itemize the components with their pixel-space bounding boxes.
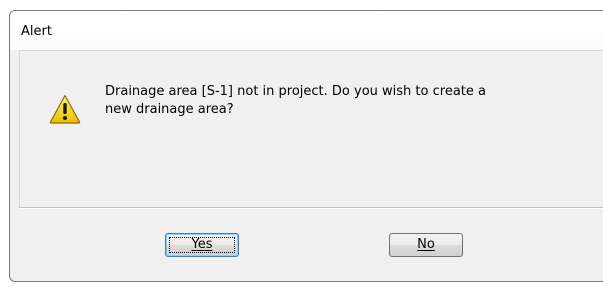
message-line-1: Drainage area [S-1] not in project. Do y…	[105, 84, 486, 99]
focus-rect	[169, 237, 235, 253]
title-bar[interactable]: Alert	[10, 11, 603, 50]
yes-button[interactable]: Yes	[165, 233, 239, 257]
alert-message: Drainage area [S-1] not in project. Do y…	[105, 83, 575, 119]
dialog-title: Alert	[21, 24, 52, 39]
dialog-content	[19, 50, 603, 207]
no-button[interactable]: No	[389, 233, 463, 257]
alert-dialog: Alert Drainage area [S-1] not in project…	[9, 10, 603, 282]
message-line-2: new drainage area?	[105, 102, 234, 117]
button-separator	[19, 207, 603, 209]
warning-icon	[49, 94, 81, 124]
no-button-label: No	[417, 237, 435, 252]
